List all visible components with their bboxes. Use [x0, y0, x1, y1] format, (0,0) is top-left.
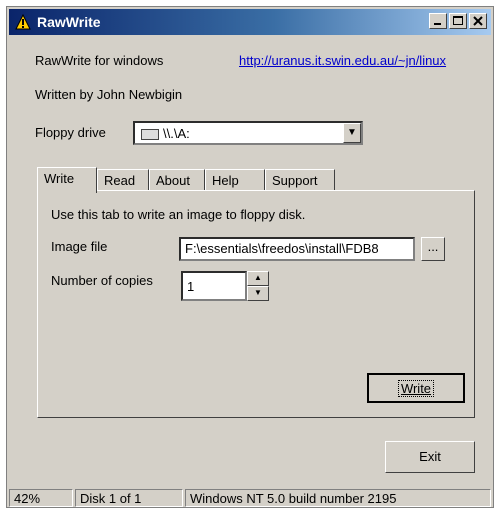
minimize-button[interactable]	[429, 13, 447, 29]
warning-triangle-icon	[15, 14, 31, 30]
author-label: Written by John Newbigin	[35, 87, 183, 102]
floppy-drive-label: Floppy drive	[35, 125, 106, 140]
image-file-input[interactable]: F:\essentials\freedos\install\FDB8	[179, 237, 415, 261]
app-name-label: RawWrite for windows	[35, 53, 164, 68]
exit-button[interactable]: Exit	[385, 441, 475, 473]
copies-decrement-button[interactable]: ▼	[247, 286, 269, 301]
floppy-drive-icon	[141, 129, 159, 140]
tab-support[interactable]: Support	[265, 169, 335, 191]
copies-increment-button[interactable]: ▲	[247, 271, 269, 286]
arrow-down-icon: ▼	[254, 288, 262, 297]
status-progress: 42%	[9, 489, 73, 507]
window-title: RawWrite	[37, 14, 101, 30]
tab-about[interactable]: About	[149, 169, 205, 191]
close-icon	[473, 16, 483, 26]
maximize-button[interactable]	[449, 13, 467, 29]
rawwrite-window: RawWrite RawWrite for windows http://ura…	[6, 6, 494, 508]
floppy-drive-select[interactable]: \\.\A: ▼	[133, 121, 363, 145]
write-button-label: Write	[397, 380, 435, 397]
status-bar: 42% Disk 1 of 1 Windows NT 5.0 build num…	[9, 489, 491, 507]
image-file-label: Image file	[51, 239, 108, 254]
tab-read[interactable]: Read	[97, 169, 149, 191]
copies-label: Number of copies	[51, 273, 153, 288]
minimize-icon	[434, 23, 441, 25]
copies-stepper[interactable]: ▲ ▼	[247, 271, 269, 301]
floppy-drive-dropdown-button[interactable]: ▼	[343, 123, 361, 143]
copies-input[interactable]: 1	[181, 271, 247, 301]
floppy-drive-value: \\.\A:	[163, 126, 190, 141]
homepage-link[interactable]: http://uranus.it.swin.edu.au/~jn/linux	[239, 53, 446, 68]
close-button[interactable]	[469, 13, 487, 29]
status-disk: Disk 1 of 1	[75, 489, 183, 507]
tab-help[interactable]: Help	[205, 169, 265, 191]
chevron-down-icon: ▼	[347, 127, 357, 138]
write-description: Use this tab to write an image to floppy…	[51, 207, 306, 222]
tab-write[interactable]: Write	[37, 167, 97, 193]
maximize-icon	[453, 16, 463, 25]
write-button[interactable]: Write	[367, 373, 465, 403]
title-bar[interactable]: RawWrite	[9, 9, 491, 35]
arrow-up-icon: ▲	[254, 273, 262, 282]
browse-button[interactable]: ...	[421, 237, 445, 261]
status-os: Windows NT 5.0 build number 2195	[185, 489, 491, 507]
